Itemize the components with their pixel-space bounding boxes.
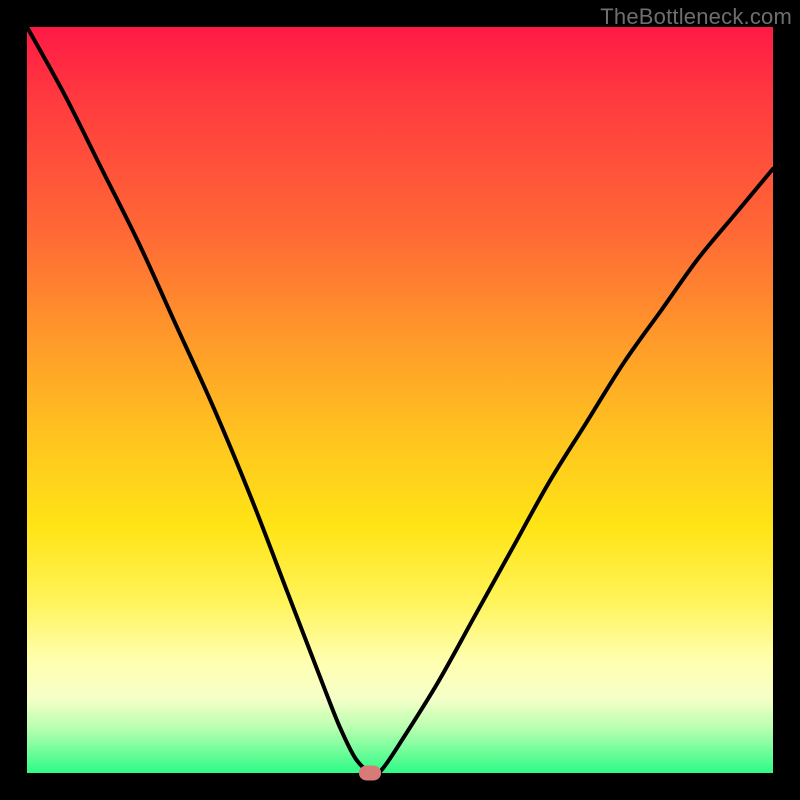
optimal-point-marker (359, 766, 381, 781)
plot-area (27, 27, 773, 773)
bottleneck-curve (27, 27, 773, 773)
chart-frame: TheBottleneck.com (0, 0, 800, 800)
watermark-text: TheBottleneck.com (600, 4, 792, 30)
